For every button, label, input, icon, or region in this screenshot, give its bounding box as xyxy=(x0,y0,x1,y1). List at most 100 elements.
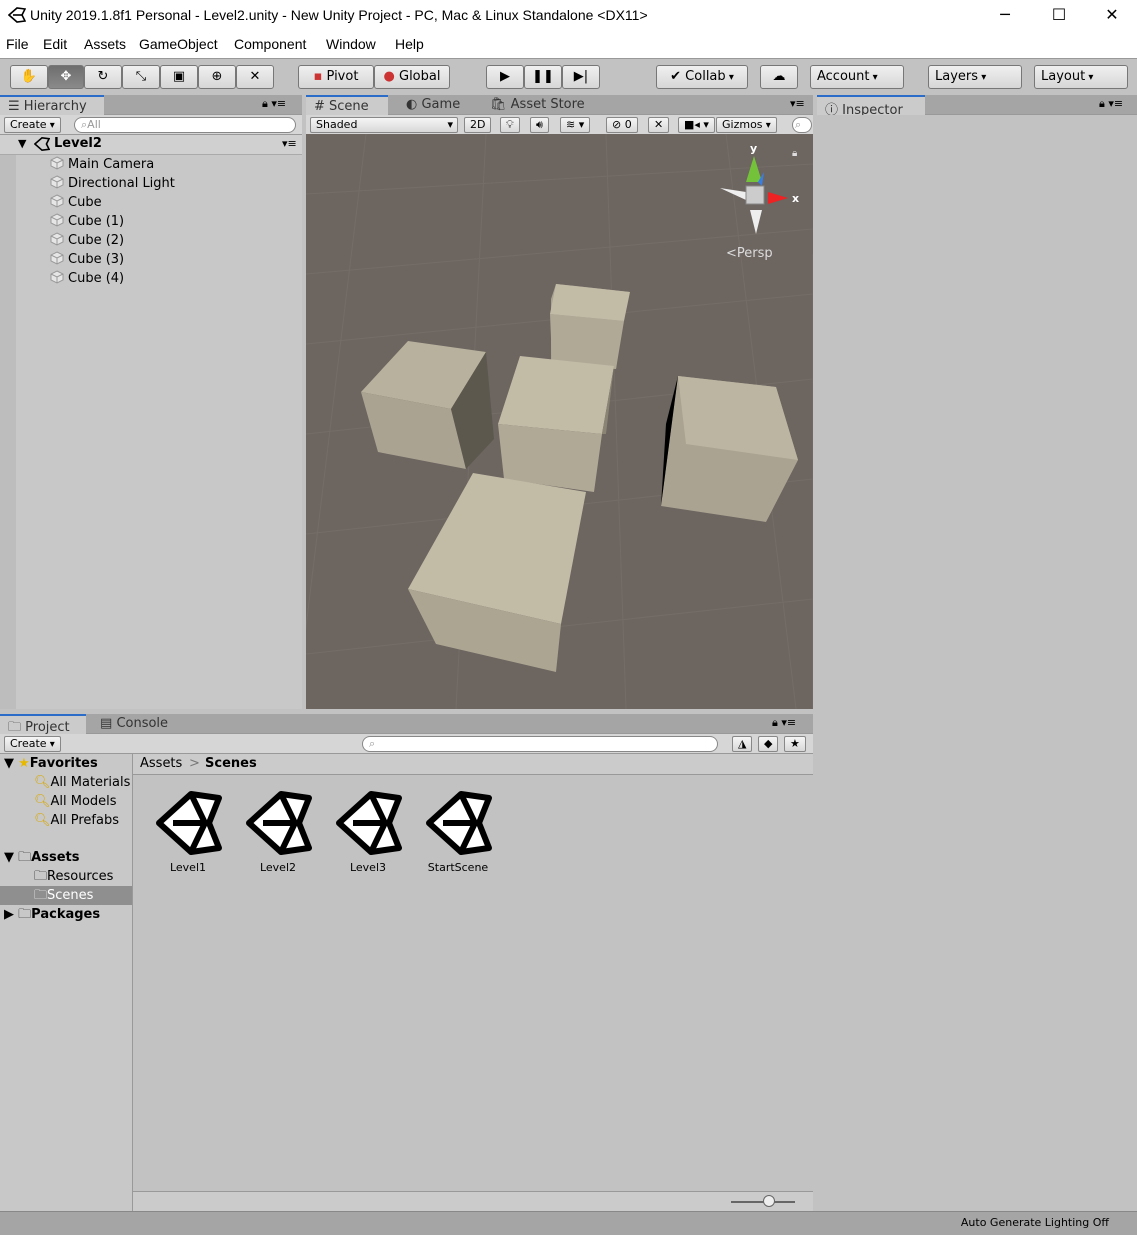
packages-folder-row[interactable]: ▶ 🗀Packages xyxy=(4,905,100,924)
move-tool-button[interactable]: ✥ xyxy=(48,65,84,89)
pivot-toggle[interactable]: ▪ Pivot xyxy=(298,65,374,89)
lock-icon[interactable]: 🔒︎ ▾≡ xyxy=(262,97,286,111)
favorites-item[interactable]: 🔍︎All Models xyxy=(34,792,117,811)
hierarchy-search-input[interactable]: ⌕All xyxy=(74,117,296,133)
tab-game[interactable]: ◐ Game xyxy=(398,95,468,115)
layers-dropdown[interactable]: Layers xyxy=(928,65,1022,89)
hierarchy-item[interactable]: Directional Light xyxy=(50,174,175,193)
favorites-item[interactable]: 🔍︎All Materials xyxy=(34,773,130,792)
favorites-item[interactable]: 🔍︎All Prefabs xyxy=(34,811,119,830)
scene-asset[interactable]: Level2 xyxy=(238,788,318,874)
folder-resources[interactable]: 🗀Resources xyxy=(34,867,113,886)
tools-toggle[interactable]: ✕ xyxy=(648,117,670,133)
tab-console[interactable]: ▤ Console xyxy=(92,714,176,734)
scale-tool-button[interactable]: ⤡ xyxy=(122,65,160,89)
cube-back[interactable] xyxy=(550,284,630,369)
scene-header-row[interactable]: ▼ Level2 ▾≡ xyxy=(0,135,302,155)
move-icon: ✥ xyxy=(60,69,72,84)
tab-scene[interactable]: # Scene xyxy=(306,95,388,115)
custom-tool-button[interactable]: ✕ xyxy=(236,65,274,89)
project-search-input[interactable]: ⌕ xyxy=(362,736,718,752)
status-text: Auto Generate Lighting Off xyxy=(960,1216,1109,1229)
transform-tool-button[interactable]: ⊕ xyxy=(198,65,236,89)
hierarchy-item[interactable]: Cube (3) xyxy=(50,250,124,269)
effects-icon: ≋ ▾ xyxy=(566,118,585,131)
project-tabbar: 🗀 Project ▤ Console 🔒︎ ▾≡ xyxy=(0,714,813,735)
shading-dropdown[interactable]: Shaded ▾ xyxy=(310,117,458,133)
rotate-tool-button[interactable]: ↻ xyxy=(84,65,122,89)
lock-icon[interactable]: 🔒︎ ▾≡ xyxy=(1099,97,1123,111)
2d-toggle[interactable]: 2D xyxy=(464,117,492,133)
breadcrumb-assets[interactable]: Assets xyxy=(140,756,182,771)
hand-tool-button[interactable]: ✋ xyxy=(10,65,48,89)
hierarchy-item[interactable]: Cube (1) xyxy=(50,212,124,231)
hierarchy-item[interactable]: Cube (2) xyxy=(50,231,124,250)
lock-icon[interactable]: 🔒︎ ▾≡ xyxy=(772,716,796,730)
scene-asset[interactable]: StartScene xyxy=(418,788,498,874)
menu-edit[interactable]: Edit xyxy=(43,36,67,52)
hierarchy-item[interactable]: Cube xyxy=(50,193,102,212)
expand-arrow-icon[interactable]: ▼ xyxy=(18,137,26,150)
minimize-button[interactable]: ─ xyxy=(978,0,1032,32)
play-button[interactable]: ▶ xyxy=(486,65,524,89)
global-toggle[interactable]: ● Global xyxy=(374,65,450,89)
hierarchy-item[interactable]: Main Camera xyxy=(50,155,154,174)
favorites-row[interactable]: ▼ ★Favorites xyxy=(4,754,98,773)
filter-label-button[interactable]: ◆ xyxy=(758,736,779,752)
scene-viewport[interactable]: y x 🔒︎ <Persp xyxy=(306,134,813,709)
menu-file[interactable]: File xyxy=(6,36,29,52)
hidden-objects-toggle[interactable]: ⊘ 0 xyxy=(606,117,638,133)
menu-gameobject[interactable]: GameObject xyxy=(139,36,218,52)
menu-help[interactable]: Help xyxy=(395,36,424,52)
filter-type-button[interactable]: ◮ xyxy=(732,736,753,752)
menu-assets[interactable]: Assets xyxy=(84,36,126,52)
axis-x-label: x xyxy=(792,192,800,205)
layout-dropdown[interactable]: Layout xyxy=(1034,65,1128,89)
cube-right[interactable] xyxy=(661,376,798,522)
cube-left[interactable] xyxy=(361,341,494,469)
gizmo-lock-icon[interactable]: 🔒︎ xyxy=(792,148,797,159)
pause-button[interactable]: ❚❚ xyxy=(524,65,562,89)
lighting-toggle[interactable]: 💡︎ xyxy=(500,117,520,133)
dropdown-arrow-icon: ▾ xyxy=(447,118,453,131)
scene-menu-icon[interactable]: ▾≡ xyxy=(282,137,297,150)
step-button[interactable]: ▶| xyxy=(562,65,600,89)
packages-label: Packages xyxy=(31,907,101,922)
cube-center[interactable] xyxy=(498,356,614,492)
account-dropdown[interactable]: Account xyxy=(810,65,904,89)
projection-toggle[interactable]: <Persp xyxy=(726,246,773,261)
scene-search-input[interactable]: ⌕ xyxy=(792,117,812,133)
zoom-slider-handle[interactable] xyxy=(763,1195,775,1207)
inspector-body xyxy=(817,115,1137,1211)
menu-window[interactable]: Window xyxy=(326,36,376,52)
scene-asset[interactable]: Level3 xyxy=(328,788,408,874)
favorites-item-label: All Materials xyxy=(50,775,131,790)
tab-hierarchy[interactable]: ☰ Hierarchy xyxy=(0,95,104,115)
tab-project[interactable]: 🗀 Project xyxy=(0,714,86,735)
gizmos-dropdown[interactable]: Gizmos xyxy=(716,117,777,133)
collab-dropdown[interactable]: ✔ Collab xyxy=(656,65,748,89)
cube-front[interactable] xyxy=(408,473,586,672)
audio-toggle[interactable]: 🔊︎ xyxy=(530,117,549,133)
hierarchy-create-button[interactable]: Create xyxy=(4,117,61,133)
folder-scenes[interactable]: 🗀Scenes xyxy=(34,886,93,905)
maximize-button[interactable]: ☐ xyxy=(1032,0,1086,32)
hierarchy-item[interactable]: Cube (4) xyxy=(50,269,124,288)
tab-asset-store[interactable]: 🛍︎ Asset Store xyxy=(482,95,593,115)
scene-asset[interactable]: Level1 xyxy=(148,788,228,874)
effects-dropdown[interactable]: ≋ ▾ xyxy=(560,117,591,133)
menu-component[interactable]: Component xyxy=(234,36,306,52)
tab-inspector[interactable]: ⓘ Inspector xyxy=(817,95,925,118)
project-create-button[interactable]: Create xyxy=(4,736,61,752)
camera-dropdown[interactable]: ■◂ ▾ xyxy=(678,117,715,133)
favorite-button[interactable]: ★ xyxy=(784,736,806,752)
assets-folder-row[interactable]: ▼ 🗀Assets xyxy=(4,848,79,867)
close-button[interactable]: ✕ xyxy=(1085,0,1137,32)
hierarchy-tabbar: ☰ Hierarchy 🔒︎ ▾≡ xyxy=(0,95,302,115)
scene-menu-icon[interactable]: ▾≡ xyxy=(790,97,805,110)
cloud-button[interactable]: ☁ xyxy=(760,65,798,89)
tools-icon: ✕ xyxy=(654,118,664,131)
status-bar: Auto Generate Lighting Off xyxy=(0,1211,1137,1235)
breadcrumb-scenes[interactable]: Scenes xyxy=(205,756,257,771)
rect-tool-button[interactable]: ▣ xyxy=(160,65,198,89)
